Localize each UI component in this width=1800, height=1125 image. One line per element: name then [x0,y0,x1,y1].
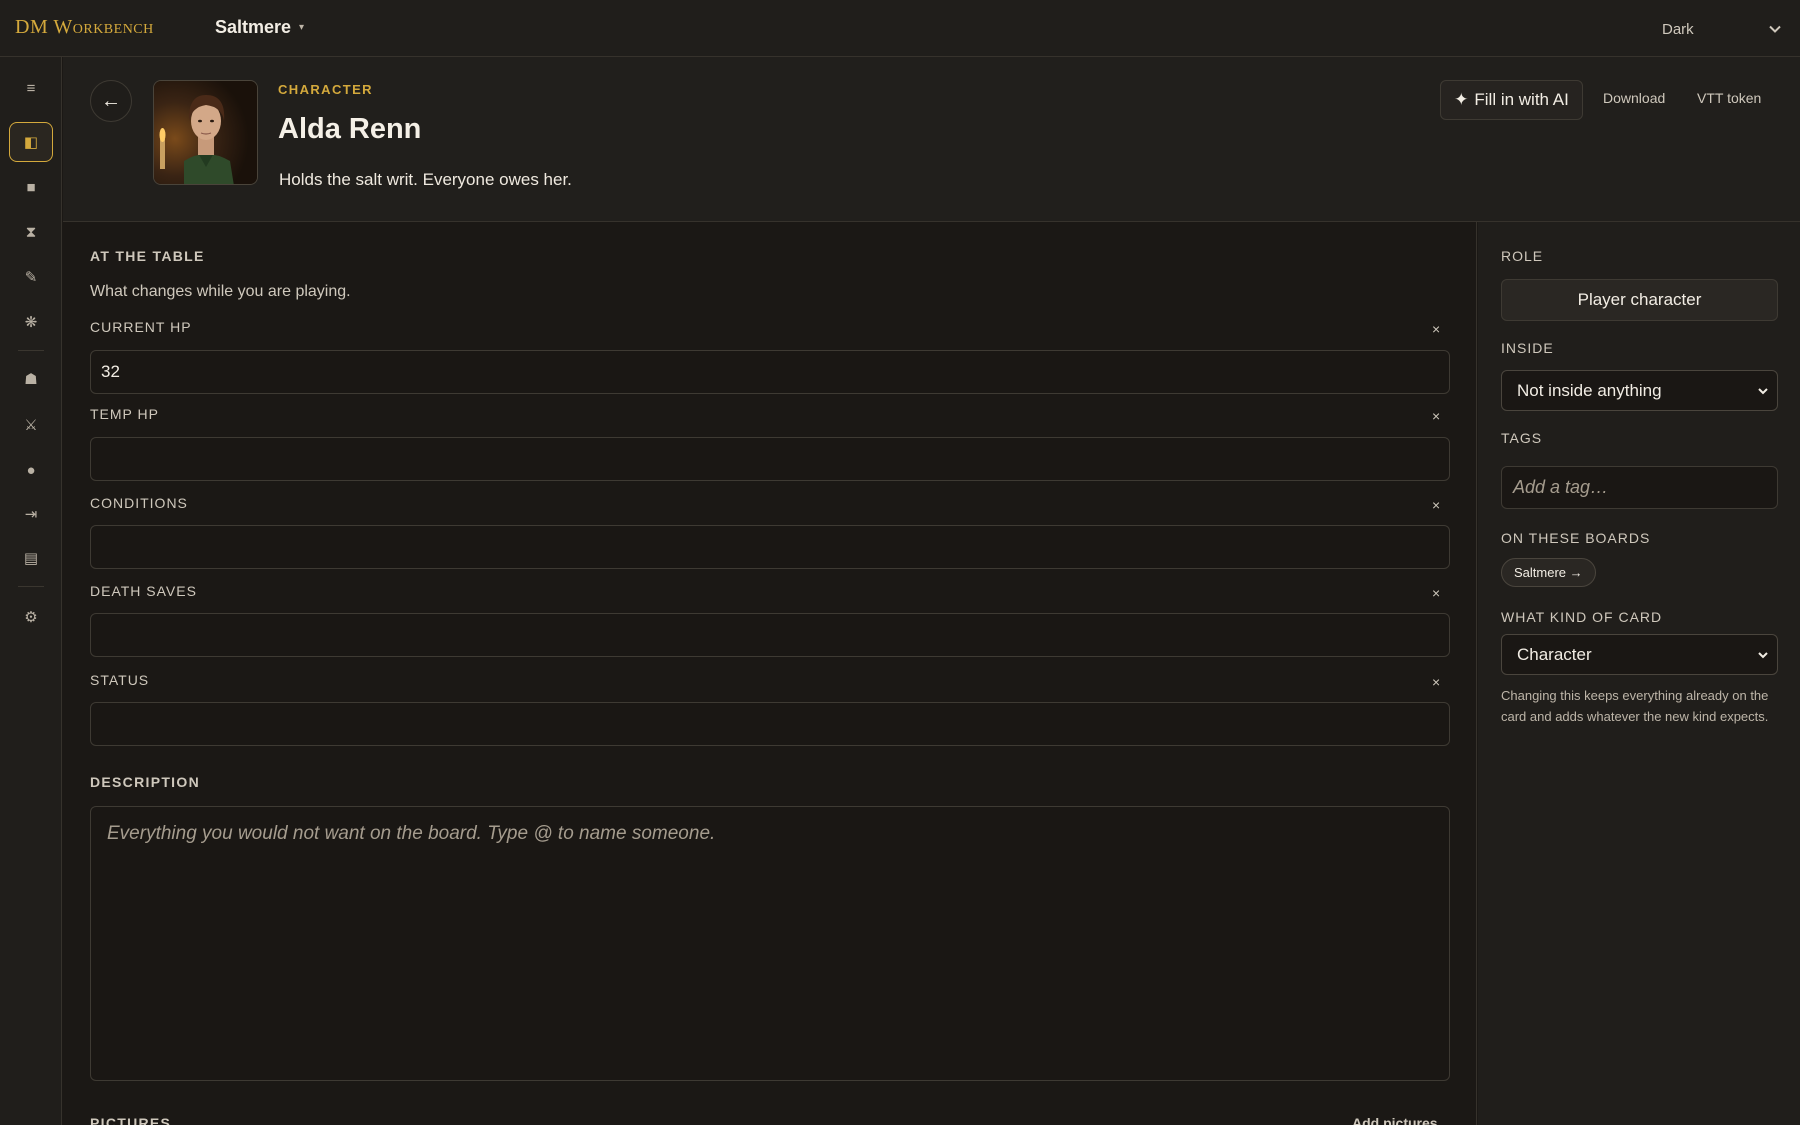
hourglass-icon[interactable]: ⧗ [9,212,53,252]
death-saves-label: DEATH SAVES [90,583,197,599]
card-icon[interactable]: ◧ [9,122,53,162]
theme-value: Dark [1662,20,1694,38]
at-table-subtitle: What changes while you are playing. [90,283,351,300]
board-chip-saltmere[interactable]: Saltmere → [1501,558,1596,587]
theme-select[interactable]: Dark [1653,14,1788,44]
workspace-name: Saltmere [215,17,292,37]
card-kind-select[interactable]: Character [1501,634,1778,675]
death-saves-field[interactable] [90,613,1450,657]
fill-with-ai-button[interactable]: ✦ Fill in with AI [1440,80,1583,120]
clear-death-saves-button[interactable]: × [1432,585,1440,601]
chevron-down-icon [1769,25,1781,33]
description-textarea[interactable]: Everything you would not want on the boa… [90,806,1450,1081]
swords-icon[interactable]: ⚔ [9,405,53,445]
sparkle-icon[interactable]: ❋ [9,302,53,342]
caret-down-icon: ▾ [299,22,305,33]
add-pictures-button[interactable]: Add pictures [1352,1115,1438,1125]
export-icon[interactable]: ⇥ [9,494,53,534]
card-kind-value: Character [1517,644,1592,664]
clear-conditions-button[interactable]: × [1432,497,1440,513]
app-brand[interactable]: DM Workbench [15,16,154,39]
workspace-switcher[interactable]: Saltmere ▾ [215,17,304,38]
menu-icon[interactable]: ≡ [9,68,53,108]
main-content: AT THE TABLE What changes while you are … [63,222,1477,1125]
role-label: ROLE [1501,248,1544,264]
arrow-left-icon: ← [101,89,121,112]
clear-temp-hp-button[interactable]: × [1432,408,1440,424]
character-portrait[interactable] [153,80,258,185]
description-heading: DESCRIPTION [90,774,200,790]
download-button[interactable]: Download [1603,90,1665,106]
fill-with-ai-label: Fill in with AI [1474,90,1569,109]
left-rail: ≡ ◧ ■ ⧗ ✎ ❋ ☗ ⚔ ● ⇥ ▤ ⚙ [0,57,62,1125]
status-field[interactable] [90,702,1450,746]
top-bar: DM Workbench Saltmere ▾ Dark [0,0,1800,57]
role-button[interactable]: Player character [1501,279,1778,321]
tags-label: TAGS [1501,430,1543,446]
current-hp-field[interactable]: 32 [90,350,1450,394]
at-table-heading: AT THE TABLE [90,248,205,264]
conditions-field[interactable] [90,525,1450,569]
temp-hp-field[interactable] [90,437,1450,481]
clear-current-hp-button[interactable]: × [1432,321,1440,337]
current-hp-label: CURRENT HP [90,319,192,335]
inside-select[interactable]: Not inside anything [1501,370,1778,411]
tag-input[interactable]: Add a tag… [1501,466,1778,509]
card-sidebar: ROLE Player character INSIDE Not inside … [1478,222,1800,1125]
inside-label: INSIDE [1501,340,1554,356]
card-title[interactable]: Alda Renn [278,113,421,146]
vtt-token-button[interactable]: VTT token [1697,90,1761,106]
rail-divider [18,586,44,587]
list-icon[interactable]: ▤ [9,538,53,578]
back-button[interactable]: ← [90,80,132,122]
inside-value: Not inside anything [1517,380,1662,400]
conditions-label: CONDITIONS [90,495,188,511]
boards-label: ON THESE BOARDS [1501,530,1651,546]
status-label: STATUS [90,672,150,688]
sparkle-icon: ✦ [1454,90,1469,109]
clear-status-button[interactable]: × [1432,674,1440,690]
rail-divider [18,350,44,351]
chevron-down-icon [1758,651,1768,658]
gear-icon[interactable]: ⚙ [9,597,53,637]
card-header: ← CHARACTER Alda Renn Holds the salt wri… [63,57,1800,222]
card-kind-label: CHARACTER [278,82,373,97]
card-kind-note: Changing this keeps everything already o… [1501,688,1769,724]
pictures-heading: PICTURES [90,1115,172,1125]
card-kind-select-label: WHAT KIND OF CARD [1501,609,1663,625]
card-subtitle[interactable]: Holds the salt writ. Everyone owes her. [279,170,572,190]
pen-icon[interactable]: ✎ [9,257,53,297]
square-icon[interactable]: ■ [9,167,53,207]
bell-icon[interactable]: ☗ [9,359,53,399]
chevron-down-icon [1758,387,1768,394]
dot-icon[interactable]: ● [9,450,53,490]
temp-hp-label: TEMP HP [90,406,159,422]
